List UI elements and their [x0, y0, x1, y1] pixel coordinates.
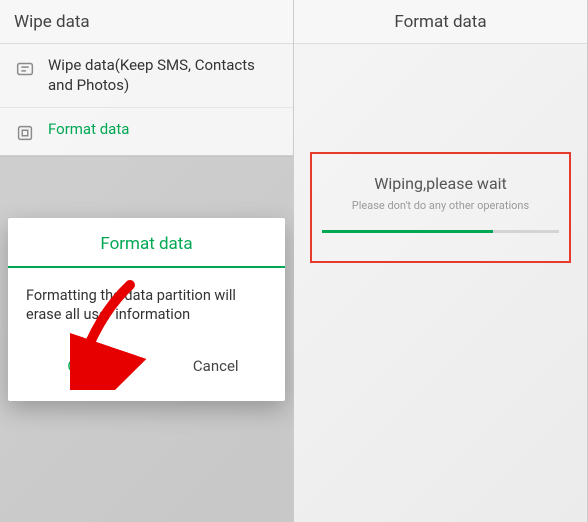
progress-title: Wiping,please wait	[320, 174, 561, 193]
screen-format-data: Format data Wiping,please wait Please do…	[294, 0, 588, 522]
format-icon	[14, 122, 36, 144]
menu-label-format: Format data	[48, 120, 129, 140]
menu-item-format[interactable]: Format data	[0, 108, 293, 157]
progress-fill	[322, 230, 493, 233]
ok-button[interactable]: OK	[8, 347, 147, 385]
header-title-right: Format data	[394, 12, 486, 32]
menu-item-wipe-keep[interactable]: Wipe data(Keep SMS, Contacts and Photos)	[0, 44, 293, 108]
dialog-title: Format data	[8, 218, 285, 266]
header-right: Format data	[294, 0, 587, 44]
progress-subtitle: Please don't do any other operations	[320, 199, 561, 212]
dialog-body: Formatting the data partition will erase…	[8, 268, 285, 347]
dialog-actions: OK Cancel	[8, 347, 285, 401]
wipe-icon	[14, 58, 36, 80]
format-dialog: Format data Formatting the data partitio…	[8, 218, 285, 401]
cancel-button[interactable]: Cancel	[147, 347, 286, 385]
progress-bar	[322, 230, 559, 233]
progress-panel: Wiping,please wait Please don't do any o…	[310, 152, 571, 263]
menu-label-wipe-keep: Wipe data(Keep SMS, Contacts and Photos)	[48, 56, 279, 95]
screen-wipe-data: Wipe data Wipe data(Keep SMS, Contacts a…	[0, 0, 294, 522]
header-title: Wipe data	[14, 12, 90, 32]
header-left: Wipe data	[0, 0, 293, 44]
